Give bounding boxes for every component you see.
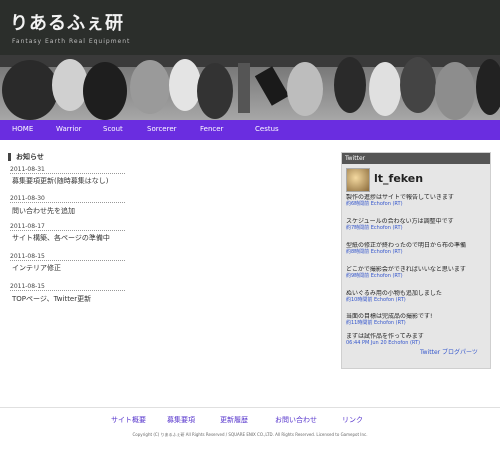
news-item[interactable]: インテリア修正	[12, 263, 61, 273]
tweet-text: 型紙の修正が終わったので明日から布の準備	[346, 242, 467, 249]
tweet-meta[interactable]: 約6時間前 Echofon (RT)	[346, 201, 486, 207]
tweet-meta[interactable]: 約10時間前 Echofon (RT)	[346, 297, 486, 303]
twitter-blogparts-link[interactable]: Twitter ブログパーツ	[420, 347, 478, 356]
tweet-text: スケジュールの合わない方は調整中です	[346, 218, 454, 225]
tweet: 当面の目標は完成品の撮影です! 約11時間前 Echofon (RT)	[346, 313, 486, 326]
news-date: 2011-08-15	[10, 283, 125, 291]
tweet: どこかで撮影会ができればいいなと思います 約9時間前 Echofon (RT)	[346, 266, 486, 279]
news-date: 2011-08-15	[10, 253, 125, 261]
tweet-text: ぬいぐるみ用の小物も追加しました	[346, 290, 442, 297]
footer-link-links[interactable]: リンク	[342, 415, 363, 425]
site-header: りあるふぇ研 Fantasy Earth Real Equipment	[0, 0, 500, 55]
nav-item-cestus[interactable]: Cestus	[255, 125, 279, 133]
tweet-meta[interactable]: 約11時間前 Echofon (RT)	[346, 320, 486, 326]
tweet-meta[interactable]: 06:44 PM Jun 20 Echofon (RT)	[346, 340, 486, 346]
news-heading: お知らせ	[8, 153, 44, 161]
tweet: 製作の進捗はサイトで報告していきます 約6時間前 Echofon (RT)	[346, 194, 486, 207]
footer-link-history[interactable]: 更新履歴	[220, 415, 248, 425]
news-date: 2011-08-31	[10, 166, 125, 174]
footer-link-contact[interactable]: お問い合わせ	[275, 415, 317, 425]
twitter-account-name[interactable]: lt_feken	[374, 172, 423, 185]
copyright-text: Copyright (C) りあるふぇ研 All Rights Reserved…	[132, 432, 368, 437]
tweet-meta[interactable]: 約9時間前 Echofon (RT)	[346, 273, 486, 279]
news-date: 2011-08-17	[10, 223, 125, 231]
tweet-meta[interactable]: 約8時間前 Echofon (RT)	[346, 249, 486, 255]
nav-item-warrior[interactable]: Warrior	[56, 125, 82, 133]
tweet: スケジュールの合わない方は調整中です 約7時間前 Echofon (RT)	[346, 218, 486, 231]
news-item[interactable]: サイト構築、各ページの準備中	[12, 233, 110, 243]
tweet-text: 当面の目標は完成品の撮影です!	[346, 313, 433, 320]
tweet: 型紙の修正が終わったので明日から布の準備 約8時間前 Echofon (RT)	[346, 242, 486, 255]
nav-item-scout[interactable]: Scout	[103, 125, 123, 133]
twitter-widget: Twitter lt_feken 製作の進捗はサイトで報告していきます 約6時間…	[341, 152, 491, 369]
nav-item-sorcerer[interactable]: Sorcerer	[147, 125, 177, 133]
news-item[interactable]: 募集要項更新(随時募集はなし)	[12, 176, 108, 186]
footer-link-recruit[interactable]: 募集要項	[167, 415, 195, 425]
main-nav: HOME Warrior Scout Sorcerer Fencer Cestu…	[0, 120, 500, 140]
tweet-meta[interactable]: 約7時間前 Echofon (RT)	[346, 225, 486, 231]
tweet: まずは試作品を作ってみます 06:44 PM Jun 20 Echofon (R…	[346, 333, 486, 346]
news-item[interactable]: 問い合わせ先を追加	[12, 206, 75, 216]
twitter-avatar[interactable]	[346, 168, 370, 192]
tweet: ぬいぐるみ用の小物も追加しました 約10時間前 Echofon (RT)	[346, 290, 486, 303]
nav-item-fencer[interactable]: Fencer	[200, 125, 223, 133]
site-footer	[0, 407, 500, 450]
header-banner-image	[0, 55, 500, 120]
tweet-text: まずは試作品を作ってみます	[346, 333, 424, 340]
news-date: 2011-08-30	[10, 195, 125, 203]
site-tagline: Fantasy Earth Real Equipment	[12, 38, 131, 45]
news-item[interactable]: TOPページ、Twitter更新	[12, 294, 91, 304]
twitter-widget-header: Twitter	[342, 153, 490, 164]
site-title[interactable]: りあるふぇ研	[10, 9, 124, 35]
tweet-text: 製作の進捗はサイトで報告していきます	[346, 194, 454, 201]
nav-item-home[interactable]: HOME	[12, 125, 33, 133]
footer-link-about[interactable]: サイト概要	[111, 415, 146, 425]
tweet-text: どこかで撮影会ができればいいなと思います	[346, 266, 466, 273]
